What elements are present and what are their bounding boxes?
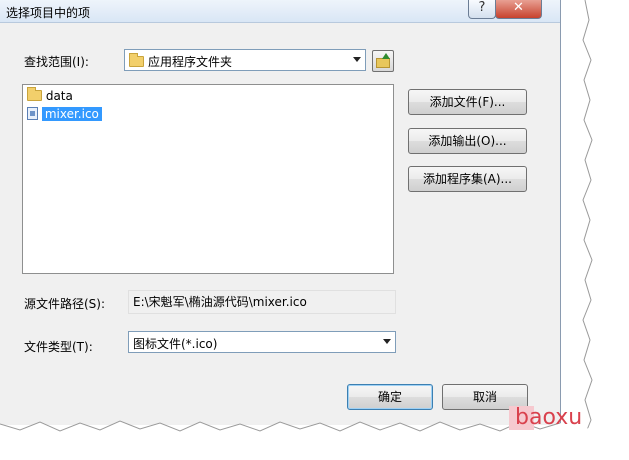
file-type-value: 图标文件(*.ico)	[133, 337, 218, 351]
add-assembly-button[interactable]: 添加程序集(A)...	[408, 166, 527, 192]
list-item-file[interactable]: mixer.ico	[27, 106, 102, 122]
folder-icon	[129, 53, 144, 67]
add-file-button[interactable]: 添加文件(F)...	[408, 89, 527, 115]
list-item-folder[interactable]: data	[27, 87, 73, 104]
list-item-label: mixer.ico	[41, 107, 102, 121]
window-title: 选择项目中的项	[6, 6, 91, 20]
chevron-down-icon[interactable]	[353, 57, 361, 62]
list-item-label: data	[45, 89, 73, 103]
file-type-dropdown[interactable]: 图标文件(*.ico)	[128, 331, 396, 353]
file-type-label: 文件类型(T):	[24, 340, 93, 354]
look-in-dropdown[interactable]: 应用程序文件夹	[124, 49, 366, 71]
close-button[interactable]: ✕	[495, 0, 542, 19]
source-path-label: 源文件路径(S):	[24, 297, 106, 311]
file-list[interactable]: data mixer.ico	[22, 84, 394, 274]
up-arrow-icon	[382, 53, 390, 59]
torn-edge-right	[582, 0, 629, 460]
add-output-button[interactable]: 添加输出(O)...	[408, 128, 527, 154]
folder-icon	[376, 58, 390, 68]
source-path-field[interactable]: E:\宋魁军\椭油源代码\mixer.ico	[128, 290, 396, 314]
up-one-level-button[interactable]	[372, 50, 394, 72]
help-button[interactable]: ?	[468, 0, 496, 19]
look-in-label: 查找范围(I):	[24, 55, 89, 69]
folder-icon	[27, 87, 42, 101]
watermark-text: baoxu	[515, 405, 583, 430]
look-in-value: 应用程序文件夹	[148, 55, 233, 69]
chevron-down-icon[interactable]	[383, 339, 391, 344]
icon-file-icon	[27, 107, 38, 120]
